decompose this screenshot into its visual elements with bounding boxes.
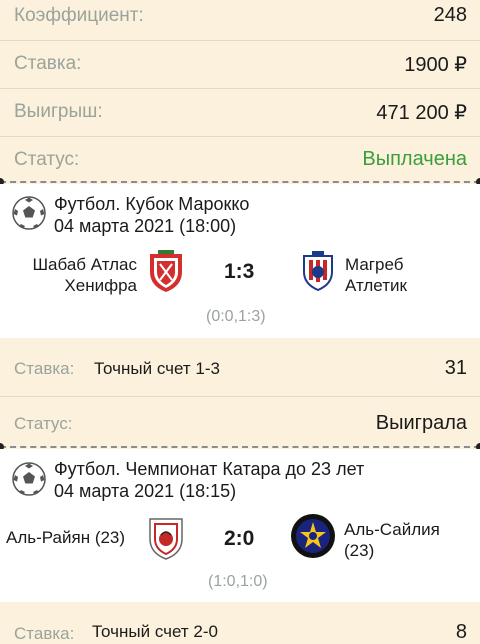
home-team-name: Шабаб Атлас Хенифра	[32, 254, 137, 296]
coefficient-label: Коэффициент:	[14, 5, 144, 26]
match-score: 2:0	[224, 527, 255, 550]
event-card[interactable]: Футбол. Кубок Марокко 04 марта 2021 (18:…	[0, 184, 480, 338]
bet-odds: 31	[444, 357, 467, 379]
event-title: Футбол. Чемпионат Катара до 23 лет 04 ма…	[54, 458, 364, 502]
away-team-name: Магреб Атлетик	[345, 254, 407, 296]
halftime-score: (0:0,1:3)	[206, 308, 266, 325]
away-team-line: Атлетик	[345, 276, 407, 295]
stake-value: 1900 ₽	[404, 54, 467, 76]
status-row: Статус: Выплачена	[0, 137, 480, 181]
bet-row: Ставка: Точный счет 1-3 31	[0, 338, 480, 396]
match-score: 1:3	[224, 260, 255, 283]
coefficient-value: 248	[433, 4, 467, 26]
stake-row: Ставка: 1900 ₽	[0, 41, 480, 87]
event-status-row: Статус: Выиграла	[0, 397, 480, 435]
win-row: Выигрыш: 471 200 ₽	[0, 89, 480, 135]
bet-description: Точный счет 2-0	[92, 622, 218, 641]
event-title: Футбол. Кубок Марокко 04 марта 2021 (18:…	[54, 193, 249, 237]
status-label: Статус:	[14, 149, 80, 170]
away-team-name: Аль-Сайлия (23)	[344, 519, 440, 561]
status-value: Выплачена	[362, 148, 467, 170]
ticket-perforation	[0, 446, 480, 448]
event-date: 04 марта 2021 (18:00)	[54, 216, 237, 236]
event-date: 04 марта 2021 (18:15)	[54, 481, 237, 501]
bet-row: Ставка: Точный счет 2-0 8	[0, 602, 480, 643]
bet-label: Ставка:	[14, 624, 75, 643]
halftime-score: (1:0,1:0)	[208, 573, 268, 590]
home-team-logo-icon	[150, 250, 182, 292]
win-label: Выигрыш:	[14, 101, 103, 122]
bet-description: Точный счет 1-3	[94, 359, 220, 378]
home-team-line: Шабаб Атлас	[32, 255, 137, 274]
win-value: 471 200 ₽	[376, 102, 467, 124]
event-status-value: Выиграла	[375, 412, 467, 434]
home-team-logo-icon	[149, 518, 183, 560]
bet-odds: 8	[455, 621, 467, 643]
event-status-label: Статус:	[14, 414, 73, 433]
coefficient-row: Коэффициент: 248	[0, 0, 480, 40]
away-team-line: (23)	[344, 541, 375, 560]
away-team-logo-icon	[303, 251, 333, 292]
away-team-logo-icon	[291, 514, 335, 558]
home-team-name: Аль-Райян (23)	[6, 527, 125, 548]
stake-label: Ставка:	[14, 53, 82, 74]
home-team-line: Аль-Райян (23)	[6, 528, 126, 547]
away-team-line: Магреб	[345, 255, 404, 274]
away-team-line: Аль-Сайлия	[344, 520, 440, 539]
ticket-perforation	[0, 181, 480, 183]
football-icon	[12, 196, 46, 230]
event-league: Футбол. Чемпионат Катара до 23 лет	[54, 459, 365, 479]
event-league: Футбол. Кубок Марокко	[54, 194, 250, 214]
bet-label: Ставка:	[14, 359, 75, 378]
football-icon	[12, 462, 46, 496]
event-card[interactable]: Футбол. Чемпионат Катара до 23 лет 04 ма…	[0, 449, 480, 602]
home-team-line: Хенифра	[64, 276, 137, 295]
